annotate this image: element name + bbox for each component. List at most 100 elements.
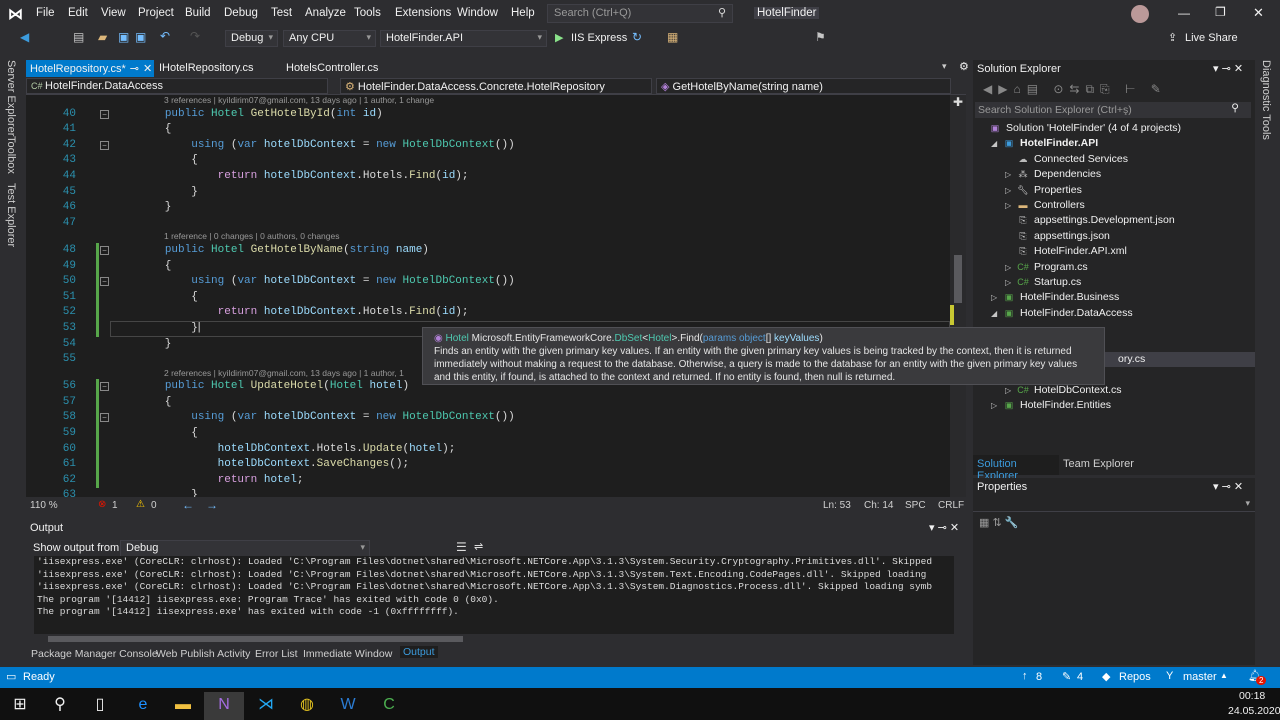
edge-icon[interactable]: e	[123, 692, 163, 720]
collapse-icon[interactable]: −	[100, 413, 109, 423]
collapse-icon[interactable]: −	[100, 277, 109, 287]
maximize-button[interactable]: ❐	[1215, 5, 1226, 19]
tab-error-list[interactable]: Error List	[255, 648, 298, 660]
tree-item[interactable]: ⎘ HotelFinder.API.xml	[973, 244, 1255, 259]
code-line[interactable]: 40 − public Hotel GetHotelById(int id)	[26, 107, 951, 123]
minimize-button[interactable]: —	[1178, 6, 1190, 20]
tab-web-publish-activity[interactable]: Web Publish Activity	[156, 648, 250, 660]
close-tab-icon[interactable]: ✕	[143, 63, 152, 75]
collapsed-arrow-icon[interactable]: ▷	[991, 290, 1001, 305]
code-line[interactable]: 58 − using (var hotelDbContext = new Hote…	[26, 410, 951, 427]
code-line[interactable]: 61 hotelDbContext.SaveChanges();	[26, 457, 951, 473]
collapse-icon[interactable]: −	[100, 140, 109, 150]
repos-button[interactable]: Repos	[1119, 671, 1151, 683]
vscode-icon[interactable]: ⋊	[246, 692, 286, 720]
code-line[interactable]: 57 {	[26, 394, 951, 411]
code-editor[interactable]: 3 references | kyildirim07@gmail.com, 13…	[26, 95, 966, 497]
menu-item-analyze[interactable]: Analyze	[305, 7, 346, 19]
tab-team-explorer[interactable]: Team Explorer	[1063, 458, 1134, 470]
quick-launch-search[interactable]: Search (Ctrl+Q) ⚲	[547, 4, 733, 23]
platform-dropdown[interactable]: Any CPU	[283, 30, 376, 47]
toolbox-tab[interactable]: Toolbox	[5, 136, 17, 174]
warning-count[interactable]: 0	[151, 500, 157, 511]
collapsed-arrow-icon[interactable]: ▷	[1005, 198, 1015, 213]
scroll-thumb[interactable]	[48, 636, 463, 642]
file-explorer-icon[interactable]: ▬	[163, 692, 203, 720]
close-button[interactable]: ✕	[1253, 5, 1264, 21]
tree-item[interactable]: ▣ Solution 'HotelFinder' (4 of 4 projects…	[973, 121, 1255, 136]
output-horizontal-scrollbar[interactable]	[34, 634, 954, 644]
refresh-icon[interactable]: ↻	[632, 30, 642, 44]
navigate-back-icon[interactable]: ←	[182, 498, 194, 512]
changes-count[interactable]: 4	[1077, 671, 1083, 683]
collapse-icon[interactable]: −	[100, 245, 109, 255]
collapse-icon[interactable]: −	[100, 109, 109, 119]
scroll-thumb[interactable]	[954, 255, 962, 303]
error-count[interactable]: 1	[112, 500, 118, 511]
user-avatar[interactable]	[1131, 5, 1149, 23]
tab-hotelrepository[interactable]: HotelRepository.cs* ⊸ ✕	[26, 60, 154, 77]
diagnostic-tools-tab[interactable]: Diagnostic Tools	[1260, 60, 1272, 140]
collapsed-arrow-icon[interactable]: ▷	[1005, 260, 1015, 275]
unpushed-count[interactable]: 8	[1036, 671, 1042, 683]
menu-item-view[interactable]: View	[101, 7, 126, 19]
properties-toolbar-icons[interactable]: ▦ ⇅ 🔧	[979, 516, 1018, 529]
word-icon[interactable]: W	[328, 692, 368, 720]
code-line[interactable]: 43 {	[26, 153, 951, 169]
save-all-icon[interactable]: ▣	[135, 30, 146, 44]
repos-icon[interactable]: ◆	[1102, 670, 1110, 683]
collapsed-arrow-icon[interactable]: ▷	[991, 398, 1001, 413]
menu-item-project[interactable]: Project	[138, 7, 174, 19]
tab-immediate-window[interactable]: Immediate Window	[303, 648, 392, 660]
tree-item[interactable]: ▷ ⁂ Dependencies	[973, 167, 1255, 182]
open-icon[interactable]: ▰	[98, 30, 107, 44]
tree-item[interactable]: ▷ ▣ HotelFinder.Entities	[973, 398, 1255, 413]
task-view-icon[interactable]: ▯	[80, 692, 120, 720]
class-selector[interactable]: ⚙ HotelFinder.DataAccess.Concrete.HotelR…	[340, 78, 652, 94]
tab-solution-explorer[interactable]: Solution Explorer	[973, 455, 1059, 482]
se-toolbar-icons[interactable]: ◀▶⌂▤ ⊙⇆⧉⎘ ⊢ ✎	[983, 82, 1167, 97]
menu-item-test[interactable]: Test	[271, 7, 292, 19]
panel-controls-icon[interactable]: ▾ ⊸ ✕	[1213, 480, 1243, 493]
code-line[interactable]: 46 }	[26, 200, 951, 216]
code-line[interactable]: 51 {	[26, 289, 951, 306]
push-icon[interactable]: ↑	[1022, 670, 1028, 682]
menu-item-window[interactable]: Window	[457, 7, 498, 19]
collapsed-arrow-icon[interactable]: ▷	[1005, 275, 1015, 290]
codelens[interactable]: 3 references | kyildirim07@gmail.com, 13…	[26, 95, 951, 107]
code-line[interactable]: 59 {	[26, 426, 951, 442]
chrome-icon[interactable]: ◍	[287, 692, 327, 720]
tab-hotelscontroller[interactable]: HotelsController.cs	[282, 60, 382, 77]
run-button[interactable]: IIS Express	[571, 32, 627, 44]
tab-package-manager-console[interactable]: Package Manager Console	[31, 648, 158, 660]
pencil-icon[interactable]: ✎	[1062, 670, 1071, 683]
code-line[interactable]: 48 − public Hotel GetHotelByName(string n…	[26, 242, 951, 259]
redo-icon[interactable]: ↷	[190, 29, 200, 43]
code-line[interactable]: 62 return hotel;	[26, 472, 951, 489]
menu-item-file[interactable]: File	[36, 7, 55, 19]
tree-item[interactable]: ☁ Connected Services	[973, 152, 1255, 167]
new-project-icon[interactable]: ▤	[73, 30, 84, 44]
undo-icon[interactable]: ↶	[160, 29, 170, 43]
browser-link-icon[interactable]: ▦	[667, 30, 678, 44]
tree-item[interactable]: ⎘ appsettings.json	[973, 229, 1255, 244]
pin-icon[interactable]: ⊸	[130, 63, 139, 75]
save-icon[interactable]: ▣	[118, 30, 129, 44]
panel-controls-icon[interactable]: ▾ ⊸ ✕	[1213, 62, 1243, 75]
expanded-arrow-icon[interactable]: ◢	[991, 306, 1001, 321]
menu-item-edit[interactable]: Edit	[68, 7, 88, 19]
project-selector[interactable]: C# HotelFinder.DataAccess	[26, 78, 328, 94]
server-explorer-tab[interactable]: Server Explorer	[5, 60, 17, 136]
camtasia-icon[interactable]: C	[369, 692, 409, 720]
settings-icon[interactable]: ⚙	[959, 60, 969, 73]
properties-object-selector[interactable]: ▾	[973, 497, 1255, 512]
expanded-arrow-icon[interactable]: ◢	[991, 136, 1001, 151]
output-source-dropdown[interactable]: Debug	[120, 540, 370, 557]
clear-all-icon[interactable]: ☰	[456, 540, 467, 554]
tab-list-dropdown-icon[interactable]: ▾	[942, 61, 947, 72]
word-wrap-icon[interactable]: ⇌	[474, 540, 483, 553]
tree-item[interactable]: ▷ C# Startup.cs	[973, 275, 1255, 290]
tree-item[interactable]: ◢ ▣ HotelFinder.API	[973, 136, 1255, 151]
code-line[interactable]: 42 − using (var hotelDbContext = new Hote…	[26, 138, 951, 154]
code-line[interactable]: 47	[26, 216, 951, 232]
